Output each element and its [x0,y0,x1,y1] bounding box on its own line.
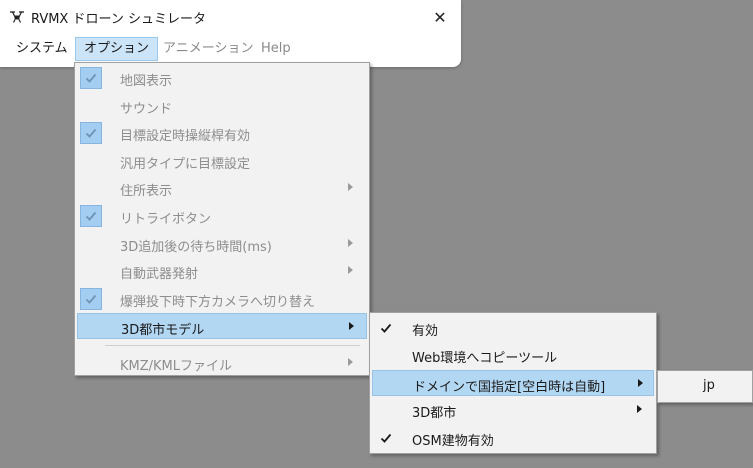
city-item-0[interactable]: 有効 [372,315,654,341]
close-button[interactable]: ✕ [425,4,455,30]
city-model-submenu: 有効 Web環境へコピーツールドメインで国指定[空白時は自動] 3D都市 OSM建物有… [369,312,657,454]
options-item-label: 住所表示 [120,184,173,200]
options-item-6[interactable]: 3D追加後の待ち時間(ms) [77,231,367,257]
options-item-label: 自動武器発射 [120,267,199,283]
options-item-label: 3D都市モデル [121,323,205,339]
city-item-2[interactable]: ドメインで国指定[空白時は自動] [372,369,654,396]
options-item-8[interactable]: 爆弾投下時下方カメラへ切り替え [77,286,367,312]
domain-item-label: jp [703,378,715,393]
options-item-label: 3D追加後の待ち時間(ms) [120,239,272,255]
options-item-label: 爆弾投下時下方カメラへ切り替え [120,294,316,310]
city-item-label: 有効 [412,324,439,339]
menubar-item-3[interactable]: Help [253,37,299,61]
options-item-3[interactable]: 汎用タイプに目標設定 [77,148,367,174]
drone-icon [9,9,25,25]
options-item-0[interactable]: 地図表示 [77,65,367,91]
checkmark-icon [80,67,102,89]
close-icon: ✕ [433,7,447,27]
options-item-label: サウンド [120,101,173,117]
options-menu: 地図表示サウンド目標設定時操縦桿有効 汎用タイプに目標設定 住所表示リトライボタン 3… [74,62,370,376]
menubar-item-0[interactable]: システム [8,37,76,61]
options-item-2[interactable]: 目標設定時操縦桿有効 [77,120,367,146]
title-bar: RVMX ドローン シュミレータ ✕ [0,0,461,34]
submenu-arrow-icon [348,266,353,275]
submenu-arrow-icon [348,358,353,366]
menu-bar: システム オプション アニメーション Help [0,37,461,62]
options-item-label: 汎用タイプに目標設定 [120,156,251,172]
city-item-label: OSM建物有効 [412,433,494,449]
options-item-4[interactable]: 住所表示 [77,175,367,201]
options-item-1[interactable]: サウンド [77,93,367,119]
app-window: RVMX ドローン シュミレータ ✕ システム オプション アニメーション Help [0,0,461,67]
submenu-arrow-icon [349,322,354,331]
city-item-4[interactable]: OSM建物有効 [372,425,654,451]
submenu-arrow-icon [348,183,353,192]
options-item-9[interactable]: 3D都市モデル [77,313,367,340]
options-item-5[interactable]: リトライボタン [77,203,367,229]
city-item-1[interactable]: Web環境へコピーツール [372,342,654,368]
options-item-7[interactable]: 自動武器発射 [77,258,367,284]
checkmark-icon [375,427,397,449]
options-item-label: 目標設定時操縦桿有効 [120,129,251,145]
menubar-item-2[interactable]: アニメーション [155,37,261,61]
options-item-label: 地図表示 [120,74,173,89]
city-item-label: 3D都市 [412,406,457,422]
options-item-11[interactable]: KMZ/KMLファイル [77,350,367,376]
city-item-label: Web環境へコピーツール [412,351,558,367]
domain-submenu: jp [657,370,753,403]
window-title: RVMX ドローン シュミレータ [31,12,206,27]
options-item-label: リトライボタン [120,212,212,227]
checkmark-icon [80,205,102,227]
checkmark-icon [80,287,102,310]
city-item-label: ドメインで国指定[空白時は自動] [413,379,606,395]
checkmark-icon [375,317,397,339]
options-separator [105,345,360,346]
checkmark-icon [80,122,102,145]
domain-item-0[interactable]: jp [660,373,750,399]
submenu-arrow-icon [638,378,643,387]
menubar-item-1[interactable]: オプション [75,37,159,61]
city-item-3[interactable]: 3D都市 [372,397,654,423]
options-item-label: KMZ/KMLファイル [120,359,233,374]
submenu-arrow-icon [348,238,353,247]
submenu-arrow-icon [637,405,642,414]
